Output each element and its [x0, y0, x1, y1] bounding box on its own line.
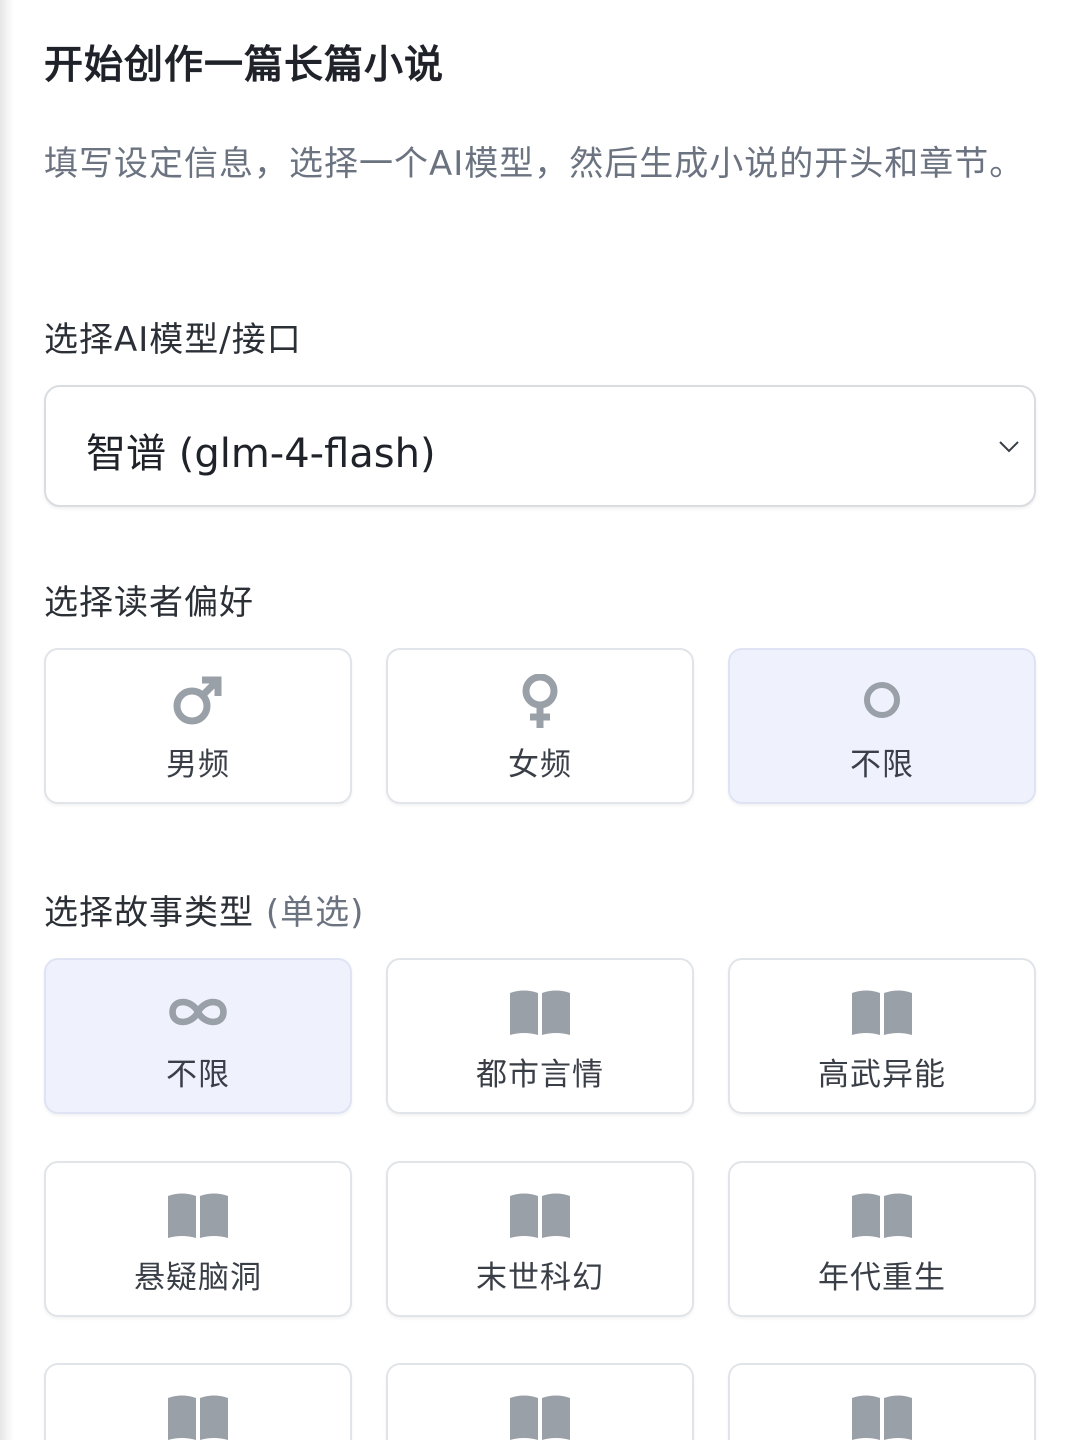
infinity-icon [165, 984, 231, 1040]
genre-section-title: 选择故事类型 [44, 893, 254, 933]
book-icon [507, 984, 573, 1040]
model-select[interactable]: 智谱 (glm-4-flash) [44, 385, 1036, 507]
genre-option-label: 悬疑脑洞 [134, 1260, 262, 1296]
book-icon [165, 1187, 231, 1243]
genre-option-martial-powers[interactable]: 高武异能 [728, 958, 1036, 1114]
genre-option-label: 不限 [166, 1057, 230, 1093]
audience-option-label: 女频 [508, 747, 572, 783]
audience-option-label: 男频 [166, 747, 230, 783]
genre-option-scifi[interactable]: 末世科幻 [386, 1161, 694, 1317]
audience-option-label: 不限 [850, 747, 914, 783]
audience-option-male[interactable]: 男频 [44, 648, 352, 804]
genre-option-any[interactable]: 不限 [44, 958, 352, 1114]
left-edge-shadow [0, 0, 14, 1440]
genre-option-suspense[interactable]: 悬疑脑洞 [44, 1161, 352, 1317]
genre-option-label: 都市言情 [476, 1057, 604, 1093]
book-icon [507, 1187, 573, 1243]
model-select-value: 智谱 (glm-4-flash) [86, 431, 436, 477]
audience-option-any[interactable]: 不限 [728, 648, 1036, 804]
genre-section-label: 选择故事类型 (单选) [44, 885, 364, 934]
genre-option-rebirth[interactable]: 年代重生 [728, 1161, 1036, 1317]
female-symbol-icon [507, 674, 573, 730]
page-title: 开始创作一篇长篇小说 [44, 43, 445, 88]
audience-option-female[interactable]: 女频 [386, 648, 694, 804]
book-icon [165, 1389, 231, 1440]
genre-option-urban-romance[interactable]: 都市言情 [386, 958, 694, 1114]
genre-option-label: 高武异能 [818, 1057, 946, 1093]
genre-section-hint: (单选) [265, 893, 365, 933]
circle-icon [849, 674, 915, 730]
male-symbol-icon [165, 674, 231, 730]
book-icon [849, 984, 915, 1040]
book-icon [849, 1389, 915, 1440]
genre-option-label: 末世科幻 [476, 1260, 604, 1296]
genre-option-partial[interactable] [386, 1363, 694, 1440]
chevron-down-icon [999, 441, 1019, 453]
page-description: 填写设定信息，选择一个AI模型，然后生成小说的开头和章节。 [44, 144, 1025, 184]
book-icon [849, 1187, 915, 1243]
genre-option-label: 年代重生 [818, 1260, 946, 1296]
model-section-label: 选择AI模型/接口 [44, 320, 302, 360]
genre-option-partial[interactable] [44, 1363, 352, 1440]
genre-option-partial[interactable] [728, 1363, 1036, 1440]
audience-section-label: 选择读者偏好 [44, 583, 254, 623]
book-icon [507, 1389, 573, 1440]
